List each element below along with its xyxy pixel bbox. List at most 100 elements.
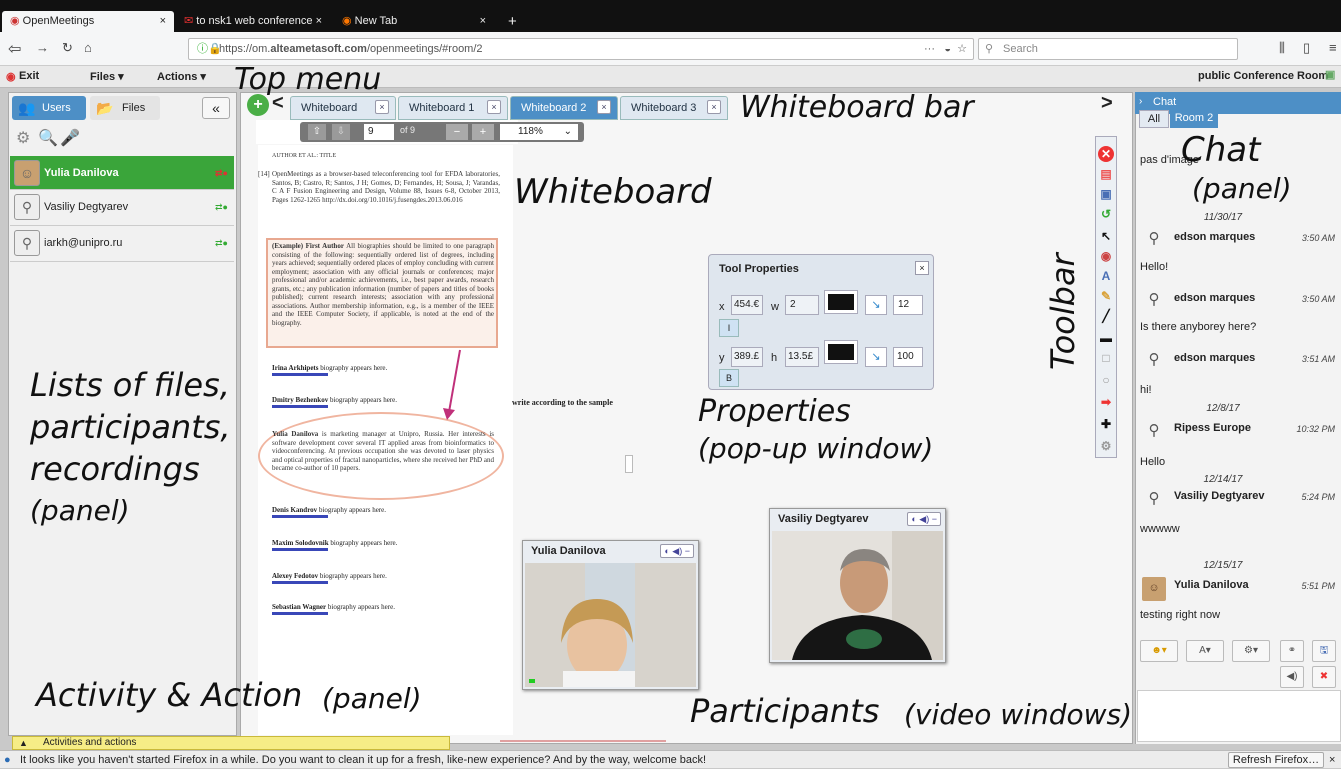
color-picker-icon[interactable]: ↘ bbox=[865, 295, 887, 315]
line-color-swatch[interactable] bbox=[824, 290, 858, 314]
tab-whiteboard-1[interactable]: Whiteboard 1 × bbox=[398, 96, 508, 120]
search-input[interactable]: ⚲ Search bbox=[978, 38, 1238, 60]
annotation-lists-panel: (panel) bbox=[30, 494, 130, 527]
pocket-icon[interactable]: ◒ bbox=[944, 39, 951, 59]
arrow-tool-icon[interactable]: ➡ bbox=[1097, 394, 1115, 410]
pointer-icon[interactable]: ↖ bbox=[1097, 228, 1115, 244]
video-window[interactable]: Yulia Danilova ◐ ◀) − bbox=[522, 540, 699, 690]
video-controls[interactable]: ◐ ◀) − bbox=[660, 544, 694, 558]
y-input[interactable]: 389.£ bbox=[731, 347, 763, 367]
page-actions-icon[interactable]: ··· bbox=[924, 39, 935, 59]
tab-users[interactable]: 👥 Users bbox=[12, 96, 86, 120]
next-page-icon[interactable]: ⇩ bbox=[332, 124, 350, 140]
close-icon[interactable]: × bbox=[597, 100, 611, 114]
tab-whiteboard-2[interactable]: Whiteboard 2 × bbox=[510, 96, 618, 120]
italic-button[interactable]: I bbox=[719, 319, 739, 337]
sound-toggle-button[interactable]: ◀) bbox=[1280, 666, 1304, 688]
forward-arrow-icon[interactable]: → bbox=[36, 40, 49, 55]
user-item[interactable]: ⚲ iarkh@unipro.ru ⇄● bbox=[10, 226, 234, 262]
link-button[interactable]: ⚭ bbox=[1280, 640, 1304, 662]
close-tab-icon[interactable]: × bbox=[316, 11, 322, 32]
pointer-tool-icon[interactable]: ◉ bbox=[1097, 248, 1115, 264]
user-name: Yulia Danilova bbox=[44, 167, 119, 179]
opacity-input[interactable]: 100 bbox=[893, 347, 923, 367]
text-cursor-box[interactable] bbox=[625, 455, 633, 473]
line-icon[interactable]: ╱ bbox=[1097, 308, 1115, 324]
first-page-icon[interactable]: ⇧ bbox=[308, 124, 326, 140]
exit-menu[interactable]: Exit bbox=[19, 70, 39, 82]
fill-color-swatch[interactable] bbox=[824, 340, 858, 364]
video-window[interactable]: Vasiliy Degtyarev ◐ ◀) − bbox=[769, 508, 946, 663]
tab-whiteboard-3[interactable]: Whiteboard 3 × bbox=[620, 96, 728, 120]
close-icon[interactable]: ✕ bbox=[1098, 146, 1114, 162]
close-tab-icon[interactable]: × bbox=[480, 11, 486, 32]
bookmark-star-icon[interactable]: ☆ bbox=[957, 39, 967, 59]
actions-menu[interactable]: Actions ▾ bbox=[157, 70, 206, 83]
add-whiteboard-button[interactable]: + bbox=[247, 94, 269, 116]
video-controls[interactable]: ◐ ◀) − bbox=[907, 512, 941, 526]
activities-bar[interactable]: ▲ Activities and actions bbox=[12, 736, 450, 750]
back-arrow-icon[interactable]: ⇦ bbox=[8, 39, 21, 59]
user-item[interactable]: ⚲ Vasiliy Degtyarev ⇄● bbox=[10, 190, 234, 226]
close-icon[interactable]: × bbox=[915, 261, 929, 275]
zoom-in-icon[interactable]: + bbox=[472, 124, 494, 140]
url-bar[interactable]: ⓘ🔒 https://om.alteametasoft.com/openmeet… bbox=[188, 38, 974, 60]
next-whiteboard-icon[interactable]: > bbox=[1101, 92, 1113, 115]
emoji-button[interactable]: ☻▾ bbox=[1140, 640, 1178, 662]
chat-tab-room-2[interactable]: Room 2 bbox=[1170, 110, 1218, 128]
font-button[interactable]: A▾ bbox=[1186, 640, 1224, 662]
collapse-panel-button[interactable]: « bbox=[202, 97, 230, 119]
reload-icon[interactable]: ↻ bbox=[62, 40, 73, 56]
ellipse-icon[interactable]: ○ bbox=[1097, 372, 1115, 388]
clear-chat-button[interactable]: ✖ bbox=[1312, 666, 1336, 688]
save-chat-button[interactable]: 🖫 bbox=[1312, 640, 1336, 662]
line-size-input[interactable]: 12 bbox=[893, 295, 923, 315]
tab-whiteboard[interactable]: Whiteboard × bbox=[290, 96, 396, 120]
save-icon[interactable]: ▣ bbox=[1097, 186, 1115, 202]
zoom-out-icon[interactable]: − bbox=[446, 124, 468, 140]
chat-tab-all[interactable]: All bbox=[1139, 110, 1169, 128]
close-icon[interactable]: × bbox=[707, 100, 721, 114]
firefox-notification-bar: ● It looks like you haven't started Fire… bbox=[0, 750, 1341, 768]
clipart-icon[interactable]: ✚ bbox=[1097, 416, 1115, 432]
x-input[interactable]: 454.€ bbox=[731, 295, 763, 315]
mute-mic-icon[interactable]: 🎤 bbox=[60, 128, 80, 148]
close-icon[interactable]: × bbox=[487, 100, 501, 114]
sidebar-icon[interactable]: ▯ bbox=[1303, 40, 1310, 56]
close-tab-icon[interactable]: × bbox=[160, 11, 166, 32]
rectangle-icon[interactable]: □ bbox=[1097, 350, 1115, 366]
screen-share-icon[interactable]: ▣ bbox=[1325, 68, 1335, 81]
new-tab-button[interactable]: + bbox=[500, 11, 520, 32]
tab-files[interactable]: 📂 Files bbox=[90, 96, 160, 120]
chat-input[interactable] bbox=[1137, 690, 1341, 742]
user-search-icon[interactable]: 🔍 bbox=[38, 128, 58, 148]
hamburger-menu-icon[interactable]: ≡ bbox=[1329, 40, 1337, 55]
undo-icon[interactable]: ↺ bbox=[1097, 206, 1115, 222]
browser-tab-openmeetings[interactable]: ◉ OpenMeetings × bbox=[2, 11, 174, 32]
settings-icon[interactable]: ⚙ bbox=[1097, 438, 1115, 454]
pen-icon[interactable]: ✎ bbox=[1097, 288, 1115, 304]
chat-time: 3:51 AM bbox=[1301, 354, 1335, 364]
chat-settings-button[interactable]: ⚙▾ bbox=[1232, 640, 1270, 662]
fill-picker-icon[interactable]: ↘ bbox=[865, 347, 887, 367]
underline-tool-icon[interactable]: ▬ bbox=[1097, 330, 1115, 346]
text-icon[interactable]: A bbox=[1097, 268, 1115, 284]
h-input[interactable]: 13.5£ bbox=[785, 347, 819, 367]
bold-button[interactable]: B bbox=[719, 369, 739, 387]
files-menu[interactable]: Files ▾ bbox=[90, 70, 124, 83]
close-icon[interactable]: × bbox=[1329, 751, 1335, 769]
chat-message-text: Is there anyborey here? bbox=[1140, 321, 1257, 333]
close-icon[interactable]: × bbox=[375, 100, 389, 114]
gear-icon[interactable]: ⚙ bbox=[16, 128, 30, 148]
annotation-activity: Activity & Action bbox=[36, 676, 303, 714]
page-number-input[interactable]: 9 bbox=[364, 124, 394, 140]
browser-tab-conference[interactable]: ✉ to nsk1 web conference × bbox=[176, 11, 330, 32]
home-icon[interactable]: ⌂ bbox=[84, 40, 92, 55]
user-item[interactable]: ☺ Yulia Danilova ⇄● bbox=[10, 156, 234, 190]
w-input[interactable]: 2 bbox=[785, 295, 819, 315]
document-icon[interactable]: ▤ bbox=[1097, 166, 1115, 182]
library-icon[interactable]: ⫼ bbox=[1279, 40, 1285, 56]
zoom-select[interactable]: 118% ⌄ bbox=[500, 124, 578, 140]
browser-tab-new[interactable]: ◉ New Tab × bbox=[334, 11, 494, 32]
refresh-firefox-button[interactable]: Refresh Firefox… bbox=[1228, 752, 1324, 768]
